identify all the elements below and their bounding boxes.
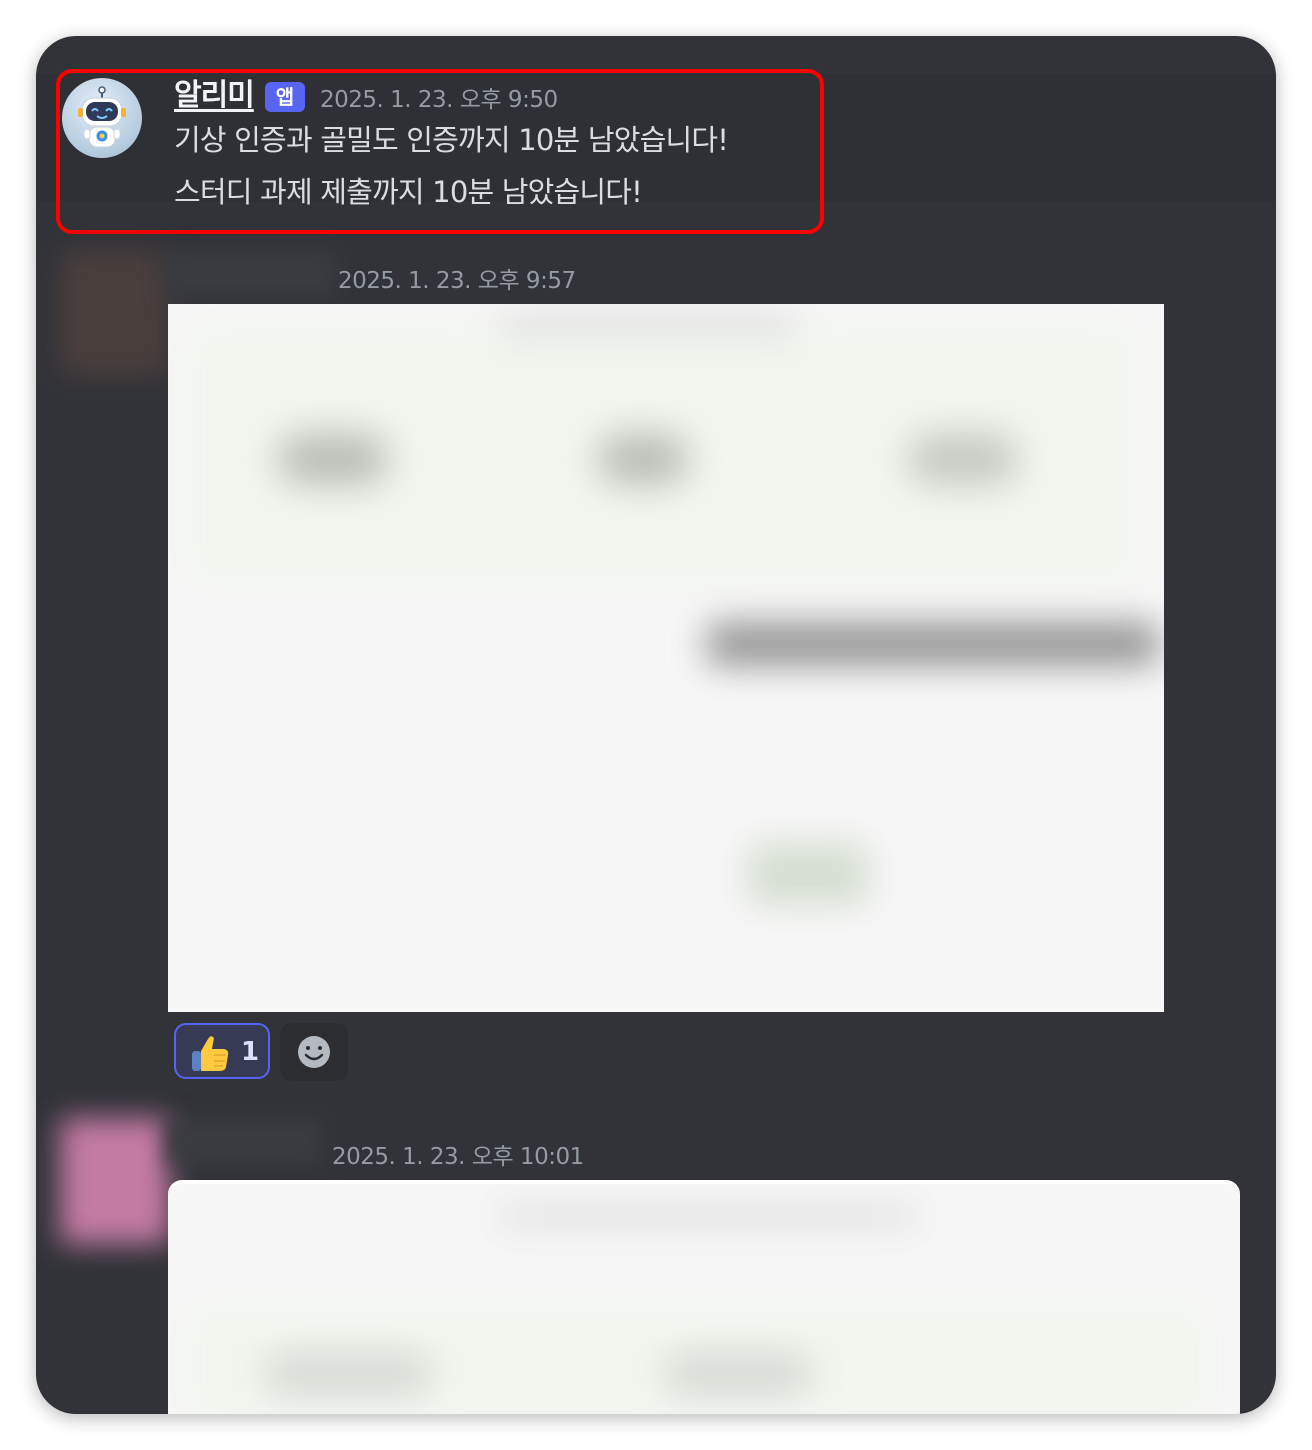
author-name[interactable] <box>166 250 336 298</box>
chat-window: 알리미 앱 2025. 1. 23. 오후 9:50 기상 인증과 골밀도 인증… <box>36 36 1276 1414</box>
smile-icon <box>298 1036 330 1068</box>
author-name[interactable] <box>166 1118 322 1166</box>
image-attachment[interactable] <box>168 1180 1240 1414</box>
reaction-count: 1 <box>241 1037 260 1067</box>
user-avatar[interactable] <box>60 250 170 376</box>
add-reaction-button[interactable] <box>280 1023 348 1081</box>
message-timestamp[interactable]: 2025. 1. 23. 오후 10:01 <box>332 1142 584 1172</box>
thumbs-up-icon <box>192 1036 229 1071</box>
reaction-thumbs-up[interactable]: 1 <box>174 1023 270 1079</box>
image-attachment[interactable] <box>168 304 1164 1012</box>
highlight-box <box>56 69 824 234</box>
message-timestamp[interactable]: 2025. 1. 23. 오후 9:57 <box>338 266 576 296</box>
user-avatar[interactable] <box>60 1118 170 1244</box>
